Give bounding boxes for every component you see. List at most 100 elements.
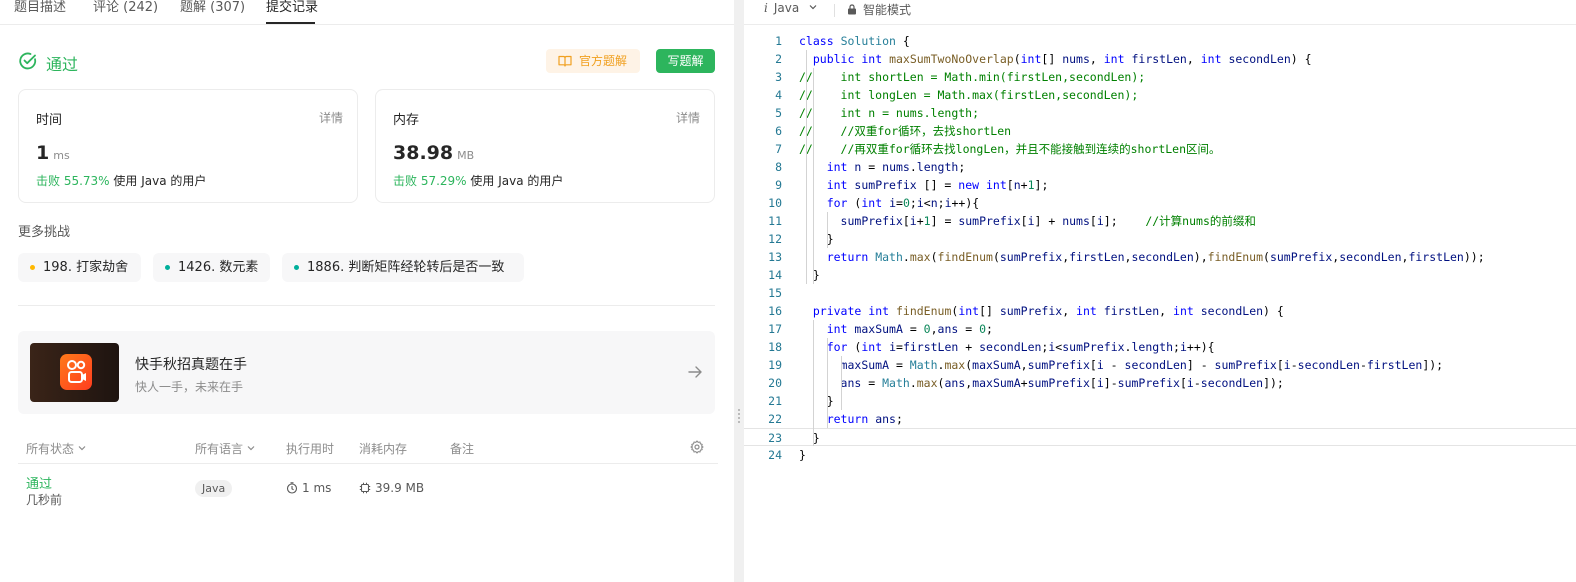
problem-tabs: 题目描述 评论 (242) 题解 (307) 提交记录 (0, 0, 734, 25)
code-line[interactable]: 17 int maxSumA = 0,ans = 0; (744, 320, 1576, 338)
code-line[interactable]: 8 int n = nums.length; (744, 158, 1576, 176)
line-number: 15 (768, 286, 782, 300)
language-filter[interactable]: 所有语言 (195, 440, 255, 457)
panel-resize-handle[interactable] (734, 0, 744, 582)
info-icon: i (764, 1, 768, 15)
indent-guide (813, 320, 815, 446)
write-solution-button[interactable]: 写题解 (656, 49, 715, 73)
code-line[interactable]: 5 // int n = nums.length; (744, 104, 1576, 122)
line-number: 12 (768, 232, 782, 246)
line-number: 9 (775, 178, 782, 192)
code-text: } (799, 268, 820, 282)
line-number: 18 (768, 340, 782, 354)
chevron-down-icon (809, 5, 817, 10)
kuaishou-logo-icon (60, 354, 92, 390)
code-line[interactable]: 15 (744, 284, 1576, 302)
runtime-column-header: 执行用时 (286, 442, 335, 456)
language-selector[interactable]: i Java (764, 1, 817, 15)
code-text: for (int i=0;i<n;i++){ (826, 196, 980, 210)
row-runtime: 1 ms (286, 481, 331, 495)
code-line[interactable]: 12 } (744, 230, 1576, 248)
line-number: 24 (768, 448, 782, 462)
clock-icon (286, 482, 298, 494)
challenge-chip[interactable]: 1426. 数元素 (153, 253, 270, 282)
line-number: 13 (768, 250, 782, 264)
line-number: 10 (768, 196, 782, 210)
challenge-chip[interactable]: 1886. 判断矩阵经轮转后是否一致 (282, 253, 524, 282)
code-line[interactable]: 22 return ans; (744, 410, 1576, 428)
indent-guide (827, 338, 829, 428)
promo-banner[interactable]: 快手秋招真题在手 快人一手，未来在手 (18, 331, 715, 414)
promo-thumbnail (30, 343, 119, 402)
runtime-detail-link[interactable]: 详情 (319, 109, 343, 126)
runtime-value: 1 (36, 142, 50, 164)
memory-value-row: 38.98 MB (393, 142, 474, 164)
code-text: } (799, 394, 834, 408)
code-line[interactable]: 16 private int findEnum(int[] sumPrefix,… (744, 302, 1576, 320)
table-row[interactable]: 通过 几秒前 Java 1 ms 39.9 MB (18, 470, 718, 510)
memory-title: 内存 (393, 113, 420, 128)
tab-comments[interactable]: 评论 (242) (93, 0, 158, 16)
tab-description[interactable]: 题目描述 (14, 0, 66, 16)
line-number: 11 (768, 214, 782, 228)
code-line[interactable]: 4 // int longLen = Math.max(firstLen,seco… (744, 86, 1576, 104)
official-solution-button[interactable]: 官方题解 (546, 49, 640, 73)
memory-beats: 击败 57.29% 使用 Java 的用户 (393, 172, 563, 189)
code-line[interactable]: 13 return Math.max(findEnum(sumPrefix,fi… (744, 248, 1576, 266)
smart-mode-label: 智能模式 (863, 3, 912, 17)
tab-solutions[interactable]: 题解 (307) (180, 0, 245, 16)
memory-card: 内存 详情 38.98 MB 击败 57.29% 使用 Java 的用户 (375, 89, 715, 203)
status-filter[interactable]: 所有状态 (26, 440, 86, 457)
code-text: int n = nums.length; (826, 160, 966, 174)
memory-detail-link[interactable]: 详情 (676, 109, 700, 126)
row-status[interactable]: 通过 (26, 473, 52, 492)
code-line[interactable]: 6 // //双重for循环，去找shortLen (744, 122, 1576, 140)
tab-submissions[interactable]: 提交记录 (266, 0, 318, 16)
lock-icon (848, 4, 856, 15)
code-line[interactable]: 3 // int shortLen = Math.min(firstLen,sec… (744, 68, 1576, 86)
code-text: int maxSumA = 0,ans = 0; (826, 322, 993, 336)
code-line[interactable]: 2 public int maxSumTwoNoOverlap(int[] nu… (744, 50, 1576, 68)
runtime-beat-percent: 击败 55.73% (36, 174, 110, 188)
code-line[interactable]: 21 } (744, 392, 1576, 410)
line-number: 20 (768, 376, 782, 390)
code-line[interactable]: 9 int sumPrefix [] = new int[n+1]; (744, 176, 1576, 194)
indent-guide (827, 212, 829, 248)
line-number: 6 (775, 124, 782, 138)
row-language-badge: Java (195, 480, 233, 497)
indent-guide (806, 50, 808, 284)
line-number: 3 (775, 70, 782, 84)
code-line[interactable]: 14 } (744, 266, 1576, 284)
code-line[interactable]: 7 // //再双重for循环去找longLen，并且不能接触到连续的shortL… (744, 140, 1576, 158)
line-number: 1 (775, 34, 782, 48)
code-text: maxSumA = Math.max(maxSumA,sumPrefix[i -… (840, 358, 1444, 372)
code-line[interactable]: 11 sumPrefix[i+1] = sumPrefix[i] + nums[… (744, 212, 1576, 230)
code-text: } (799, 431, 820, 445)
code-text: ans = Math.max(ans,maxSumA+sumPrefix[i]-… (840, 376, 1284, 390)
row-runtime-value: 1 ms (302, 481, 332, 495)
check-circle-icon (19, 52, 37, 70)
challenge-chip[interactable]: 198. 打家劫舍 (18, 253, 141, 282)
code-line[interactable]: 1 class Solution { (744, 32, 1576, 50)
code-text: return Math.max(findEnum(sumPrefix,first… (826, 250, 1485, 264)
book-icon (558, 55, 572, 67)
code-line[interactable]: 24} (744, 446, 1576, 464)
code-line[interactable]: 10 for (int i=0;i<n;i++){ (744, 194, 1576, 212)
code-text: int sumPrefix [] = new int[n+1]; (826, 178, 1049, 192)
code-line[interactable]: 19 maxSumA = Math.max(maxSumA,sumPrefix[… (744, 356, 1576, 374)
row-memory-value: 39.9 MB (375, 481, 425, 495)
code-text: // //双重for循环，去找shortLen (799, 124, 1012, 138)
code-text: // int shortLen = Math.min(firstLen,seco… (799, 70, 1146, 84)
row-memory: 39.9 MB (359, 481, 424, 495)
line-number: 17 (768, 322, 782, 336)
runtime-value-row: 1 ms (36, 142, 70, 164)
code-line[interactable]: 18 for (int i=firstLen + secondLen;i<sum… (744, 338, 1576, 356)
difficulty-dot (165, 265, 170, 270)
smart-mode-toggle[interactable]: 智能模式 (847, 1, 911, 18)
code-line[interactable]: 23 } (744, 428, 1576, 446)
chevron-down-icon (78, 446, 86, 451)
code-text: public int maxSumTwoNoOverlap(int[] nums… (812, 52, 1312, 66)
drag-handle-icon (738, 409, 740, 423)
code-line[interactable]: 20 ans = Math.max(ans,maxSumA+sumPrefix[… (744, 374, 1576, 392)
gear-icon[interactable] (690, 440, 704, 454)
